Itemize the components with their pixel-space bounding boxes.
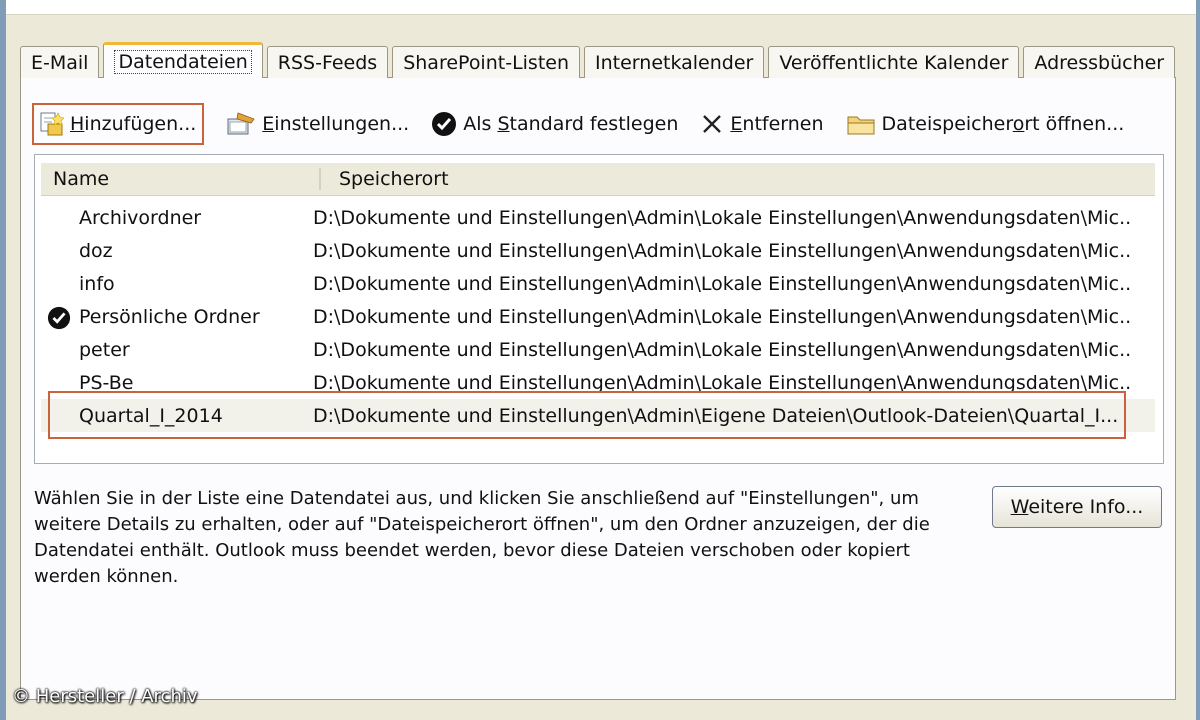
row-location: D:\Dokumente und Einstellungen\Admin\Lok… [313, 371, 1133, 394]
row-location: D:\Dokumente und Einstellungen\Admin\Lok… [313, 239, 1133, 262]
table-row[interactable]: Archivordner D:\Dokumente und Einstellun… [41, 201, 1155, 234]
row-name: Quartal_I_2014 [79, 404, 223, 427]
table-row-selected[interactable]: Quartal_I_2014 D:\Dokumente und Einstell… [41, 399, 1155, 432]
column-header-location[interactable]: Speicherort [321, 168, 449, 190]
window-right-border [1196, 0, 1200, 720]
tab-internetkalender[interactable]: Internetkalender [584, 46, 765, 78]
table-row[interactable]: PS-Be D:\Dokumente und Einstellungen\Adm… [41, 366, 1155, 399]
more-info-button[interactable]: Weitere Info... [992, 486, 1162, 528]
tab-adressbuecher[interactable]: Adressbücher [1023, 46, 1176, 78]
toolbar: Hinzufügen... Einstellungen... Als Stand… [32, 102, 1146, 146]
image-credit: © Hersteller / Archiv [12, 686, 198, 707]
set-default-button[interactable]: Als Standard festlegen [431, 111, 678, 137]
column-header-name[interactable]: Name [41, 168, 321, 190]
table-row[interactable]: info D:\Dokumente und Einstellungen\Admi… [41, 267, 1155, 300]
datafile-list[interactable]: Name Speicherort Archivordner D:\Dokumen… [34, 154, 1164, 464]
description-text: Wählen Sie in der Liste eine Datendatei … [34, 488, 930, 587]
row-location: D:\Dokumente und Einstellungen\Admin\Lok… [313, 338, 1133, 361]
add-button[interactable]: Hinzufügen... [32, 103, 205, 145]
row-name: info [79, 272, 115, 295]
window-left-border [0, 0, 6, 720]
add-datafile-icon [40, 112, 64, 136]
tab-veroeffentlichte-kalender[interactable]: Veröffentlichte Kalender [768, 46, 1020, 78]
row-location: D:\Dokumente und Einstellungen\Admin\Lok… [313, 305, 1133, 328]
tab-email[interactable]: E-Mail [20, 46, 100, 78]
list-rows: Archivordner D:\Dokumente und Einstellun… [41, 201, 1155, 432]
tab-datendateien[interactable]: Datendateien [103, 42, 263, 78]
x-icon [703, 115, 722, 133]
settings-button[interactable]: Einstellungen... [226, 111, 409, 137]
tab-sharepoint-listen[interactable]: SharePoint-Listen [392, 46, 581, 78]
open-location-button[interactable]: Dateispeicherort öffnen... [846, 112, 1124, 136]
row-name: peter [79, 338, 130, 361]
row-location: D:\Dokumente und Einstellungen\Admin\Eig… [313, 404, 1119, 427]
row-location: D:\Dokumente und Einstellungen\Admin\Lok… [313, 206, 1133, 229]
checkmark-icon [432, 112, 457, 136]
tab-rss-feeds[interactable]: RSS-Feeds [266, 46, 389, 78]
table-row[interactable]: peter D:\Dokumente und Einstellungen\Adm… [41, 333, 1155, 366]
row-location: D:\Dokumente und Einstellungen\Admin\Lok… [313, 272, 1133, 295]
table-row[interactable]: doz D:\Dokumente und Einstellungen\Admin… [41, 234, 1155, 267]
row-name: doz [79, 239, 113, 262]
row-name: Archivordner [79, 206, 202, 229]
list-header: Name Speicherort [41, 163, 1155, 196]
remove-button[interactable]: Entfernen [700, 112, 824, 136]
settings-icon [227, 112, 255, 135]
folder-icon [847, 116, 875, 135]
row-name: Persönliche Ordner [79, 305, 260, 328]
tab-bar: E-Mail Datendateien RSS-Feeds SharePoint… [20, 42, 1179, 78]
window-top-strip [0, 0, 1200, 15]
table-row[interactable]: Persönliche Ordner D:\Dokumente und Eins… [41, 300, 1155, 333]
row-name: PS-Be [79, 371, 134, 394]
